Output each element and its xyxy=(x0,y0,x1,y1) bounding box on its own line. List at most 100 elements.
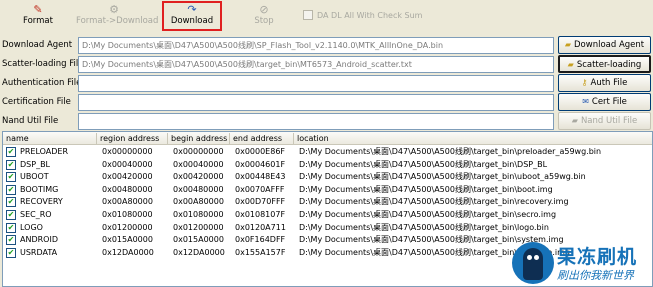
cell-location: D:\My Documents\桌面\D47\A500\A500线刷\targe… xyxy=(299,184,553,194)
row-checkbox[interactable]: ✔ xyxy=(6,222,16,233)
cell-end: 0x0000E86F xyxy=(235,147,286,156)
checksum-label: DA DL All With Check Sum xyxy=(317,10,423,20)
table-row[interactable]: ✔ LOGO 0x01200000 0x01200000 0x0120A711 D:\My… xyxy=(3,222,652,234)
cell-end: 0x0004601F xyxy=(235,159,286,169)
cert-file-button[interactable]: ✉ Cert File xyxy=(558,93,651,111)
cell-end: 0x0F164DFF xyxy=(235,235,286,245)
cell-name: LOGO xyxy=(20,222,43,232)
cell-end: 0x0108107F xyxy=(235,210,286,219)
table-row[interactable]: ✔ UBOOT 0x00420000 0x00420000 0x00448E43 D:\M… xyxy=(3,171,652,183)
cell-region: 0x12DA0000 xyxy=(102,247,154,257)
download-agent-field[interactable]: D:\My Documents\桌面\D47\A500\A500线刷\SP_Fl… xyxy=(78,37,554,54)
cell-name: SEC_RO xyxy=(20,210,52,219)
cell-end: 0x0070AFFF xyxy=(235,184,285,194)
cell-begin: 0x01080000 xyxy=(173,210,224,219)
cell-begin: 0x01200000 xyxy=(173,222,224,232)
cell-name: USRDATA xyxy=(20,247,58,257)
cell-location: D:\My Documents\桌面\D47\A500\A500线刷\targe… xyxy=(299,159,548,169)
cell-name: RECOVERY xyxy=(20,197,63,207)
cell-name: BOOTIMG xyxy=(20,184,59,194)
key-icon: ⚷ xyxy=(581,78,588,87)
nand-util-button-label: Nand Util File xyxy=(580,116,638,126)
row-checkbox[interactable]: ✔ xyxy=(6,147,16,157)
column-header-name[interactable]: name xyxy=(3,133,97,144)
cell-region: 0x015A0000 xyxy=(102,235,153,245)
auth-file-button-label: Auth File xyxy=(590,78,628,88)
cell-location: D:\My Documents\桌面\D47\A500\A500线刷\targe… xyxy=(299,147,602,156)
cell-name: PRELOADER xyxy=(20,147,69,156)
row-checkbox[interactable]: ✔ xyxy=(6,184,16,195)
cell-region: 0x00A80000 xyxy=(102,197,153,207)
download-agent-button[interactable]: ▰ Download Agent xyxy=(558,36,651,54)
table-row[interactable]: ✔ RECOVERY 0x00A80000 0x00A80000 0x00D70FFF D… xyxy=(3,196,652,208)
cell-end: 0x0120A711 xyxy=(235,222,286,232)
column-header-end[interactable]: end address xyxy=(230,133,294,144)
table-row[interactable]: ✔ BOOTIMG 0x00480000 0x00480000 0x0070AFFF D:… xyxy=(3,184,652,196)
cell-end: 0x155A157F xyxy=(235,247,286,257)
cell-end: 0x00448E43 xyxy=(235,172,286,182)
cell-location: D:\My Documents\桌面\D47\A500\A500线刷\targe… xyxy=(299,210,557,219)
format-icon: ✎ xyxy=(33,3,43,16)
format-button[interactable]: ✎ Format xyxy=(12,3,64,31)
cell-region: 0x00420000 xyxy=(102,172,153,182)
checksum-checkbox[interactable] xyxy=(303,10,313,20)
cert-file-label: Certification File xyxy=(2,97,71,107)
auth-file-field[interactable] xyxy=(78,75,554,92)
nand-util-row: Nand Util File ▰ Nand Util File xyxy=(0,112,653,131)
cell-begin: 0x12DA0000 xyxy=(173,247,225,257)
cell-location: D:\My Documents\桌面\D47\A500\A500线刷\targe… xyxy=(299,197,569,207)
column-header-begin[interactable]: begin address xyxy=(168,133,230,144)
table-row[interactable]: ✔ DSP_BL 0x00040000 0x00040000 0x0004601F D:\… xyxy=(3,159,652,171)
download-agent-row: Download Agent D:\My Documents\桌面\D47\A5… xyxy=(0,36,653,55)
column-header-region[interactable]: region address xyxy=(97,133,168,144)
folder-icon: ▰ xyxy=(567,60,574,69)
cell-begin: 0x00420000 xyxy=(173,172,224,182)
table-row[interactable]: ✔ PRELOADER 0x00000000 0x00000000 0x0000E86F… xyxy=(3,146,652,158)
watermark-subtitle: 刷出你我新世界 xyxy=(557,269,634,282)
download-agent-button-label: Download Agent xyxy=(574,40,645,50)
row-checkbox[interactable]: ✔ xyxy=(6,159,16,170)
scatter-loading-label: Scatter-loading File xyxy=(2,59,84,69)
cert-file-field[interactable] xyxy=(78,94,554,111)
stop-icon: ⊘ xyxy=(259,3,269,16)
download-label: Download xyxy=(170,16,214,26)
cell-location: D:\My Documents\桌面\D47\A500\A500线刷\targe… xyxy=(299,172,586,182)
cell-name: UBOOT xyxy=(20,172,49,182)
cell-region: 0x00040000 xyxy=(102,159,153,169)
table-row[interactable]: ✔ SEC_RO 0x01080000 0x01080000 0x0108107F D:\… xyxy=(3,209,652,221)
cell-region: 0x01200000 xyxy=(102,222,153,232)
cell-end: 0x00D70FFF xyxy=(235,197,286,207)
checksum-option[interactable]: DA DL All With Check Sum xyxy=(303,10,422,20)
nand-util-label: Nand Util File xyxy=(2,116,59,126)
watermark-logo-icon xyxy=(512,242,554,284)
cell-region: 0x00480000 xyxy=(102,184,153,194)
table-header: name region address begin address end ad… xyxy=(3,132,652,145)
watermark-title: 果冻刷机 xyxy=(557,246,638,268)
folder-icon: ▰ xyxy=(564,40,572,49)
row-checkbox[interactable]: ✔ xyxy=(6,247,16,258)
cert-file-button-label: Cert File xyxy=(591,97,627,107)
stop-button[interactable]: ⊘ Stop xyxy=(246,3,282,31)
download-button[interactable]: ↷ Download xyxy=(162,1,222,31)
cell-region: 0x01080000 xyxy=(102,210,153,219)
cell-location: D:\My Documents\桌面\D47\A500\A500线刷\targe… xyxy=(299,222,549,232)
cell-name: DSP_BL xyxy=(20,159,51,169)
row-checkbox[interactable]: ✔ xyxy=(6,235,16,246)
row-checkbox[interactable]: ✔ xyxy=(6,172,16,183)
watermark: 果冻刷机 刷出你我新世界 xyxy=(512,240,653,287)
format-download-label: Format->Download xyxy=(76,16,159,26)
format-download-button[interactable]: ⚙ Format->Download xyxy=(76,3,159,31)
nand-util-button[interactable]: ▰ Nand Util File xyxy=(558,112,651,130)
scatter-loading-button[interactable]: ▰ Scatter-loading xyxy=(558,55,651,73)
auth-file-button[interactable]: ⚷ Auth File xyxy=(558,74,651,92)
row-checkbox[interactable]: ✔ xyxy=(6,197,16,208)
column-header-location[interactable]: location xyxy=(294,133,652,144)
format-label: Format xyxy=(23,16,53,26)
toolbar: ✎ Format ⚙ Format->Download ↷ Download ⊘… xyxy=(0,0,653,34)
cell-begin: 0x015A0000 xyxy=(173,235,224,245)
cell-region: 0x00000000 xyxy=(102,147,153,156)
scatter-loading-field[interactable]: D:\My Documents\桌面\D47\A500\A500线刷\targe… xyxy=(78,56,554,73)
row-checkbox[interactable]: ✔ xyxy=(6,210,16,220)
nand-util-field[interactable] xyxy=(78,113,554,130)
folder-icon: ▰ xyxy=(571,116,578,125)
